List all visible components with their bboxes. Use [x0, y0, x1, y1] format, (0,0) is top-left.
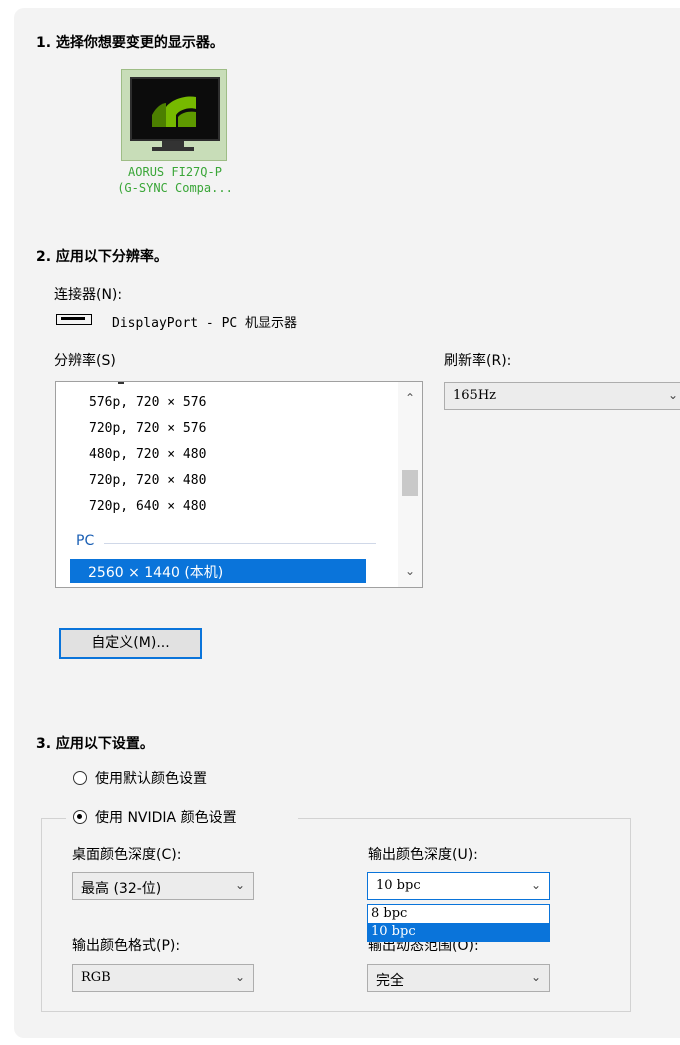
chevron-down-icon: ⌄: [530, 970, 541, 984]
displayport-icon: [56, 314, 92, 325]
list-item[interactable]: 480p, 720 × 480: [89, 447, 206, 462]
output-range-value: 完全: [376, 973, 404, 989]
chevron-down-icon: ⌄: [234, 878, 245, 892]
refresh-rate-value: 165Hz: [453, 388, 496, 403]
chevron-up-icon[interactable]: ⌃: [398, 388, 422, 408]
list-item[interactable]: 576p, 720 × 576: [89, 395, 206, 410]
output-depth-dropdown[interactable]: 10 bpc ⌄: [367, 872, 550, 900]
refresh-label: 刷新率(R):: [444, 353, 512, 369]
chevron-down-icon[interactable]: ⌄: [398, 561, 422, 581]
monitor-name-line2: (G-SYNC Compa...: [117, 181, 233, 195]
selected-resolution[interactable]: 2560 × 1440 (本机): [70, 559, 366, 583]
radio-default-color[interactable]: [73, 771, 87, 785]
monitor-name-line1: AORUS FI27Q-P: [128, 165, 222, 179]
desktop-depth-value: 最高 (32-位): [81, 881, 162, 897]
chevron-down-icon: ⌄: [530, 878, 541, 892]
section1-title: 1. 选择你想要变更的显示器。: [36, 35, 224, 51]
group-divider: [104, 543, 376, 544]
connector-label: 连接器(N):: [54, 287, 123, 303]
radio-nvidia-color[interactable]: [73, 810, 87, 824]
output-depth-value: 10 bpc: [376, 878, 421, 893]
refresh-rate-dropdown[interactable]: 165Hz ⌄: [444, 382, 680, 410]
option-10bpc[interactable]: 10 bpc: [368, 923, 549, 941]
scroll-remnant: [118, 382, 124, 384]
list-item[interactable]: 720p, 720 × 576: [89, 421, 206, 436]
monitor-name: AORUS FI27Q-P (G-SYNC Compa...: [90, 164, 260, 196]
resolution-label: 分辨率(S): [54, 353, 116, 369]
resolution-group-header: PC: [76, 533, 95, 549]
monitor-tile[interactable]: [121, 69, 227, 161]
radio-default-label: 使用默认颜色设置: [95, 771, 207, 787]
radio-nvidia-label: 使用 NVIDIA 颜色设置: [95, 810, 237, 826]
desktop-depth-dropdown[interactable]: 最高 (32-位) ⌄: [72, 872, 254, 900]
output-format-label: 输出颜色格式(P):: [72, 938, 181, 954]
option-8bpc[interactable]: 8 bpc: [368, 905, 549, 923]
output-format-value: RGB: [81, 970, 111, 985]
list-item[interactable]: 720p, 640 × 480: [89, 499, 206, 514]
output-depth-label: 输出颜色深度(U):: [368, 847, 478, 863]
listbox-scrollbar[interactable]: ⌃ ⌄: [398, 382, 422, 587]
resolution-listbox[interactable]: 576p, 720 × 576 720p, 720 × 576 480p, 72…: [55, 381, 423, 588]
output-format-dropdown[interactable]: RGB ⌄: [72, 964, 254, 992]
output-depth-options[interactable]: 8 bpc 10 bpc: [367, 904, 550, 942]
custom-resolution-button[interactable]: 自定义(M)...: [59, 628, 202, 659]
section3-title: 3. 应用以下设置。: [36, 736, 154, 752]
monitor-base: [152, 147, 194, 151]
chevron-down-icon: ⌄: [667, 388, 678, 402]
section2-title: 2. 应用以下分辨率。: [36, 249, 168, 265]
chevron-down-icon: ⌄: [234, 970, 245, 984]
selected-resolution-label: 2560 × 1440 (本机): [88, 565, 224, 581]
scrollbar-thumb[interactable]: [402, 470, 418, 496]
nvidia-monitor-icon: [130, 77, 220, 141]
connector-value: DisplayPort - PC 机显示器: [112, 316, 298, 331]
desktop-depth-label: 桌面颜色深度(C):: [72, 847, 182, 863]
output-range-dropdown[interactable]: 完全 ⌄: [367, 964, 550, 992]
list-item[interactable]: 720p, 720 × 480: [89, 473, 206, 488]
